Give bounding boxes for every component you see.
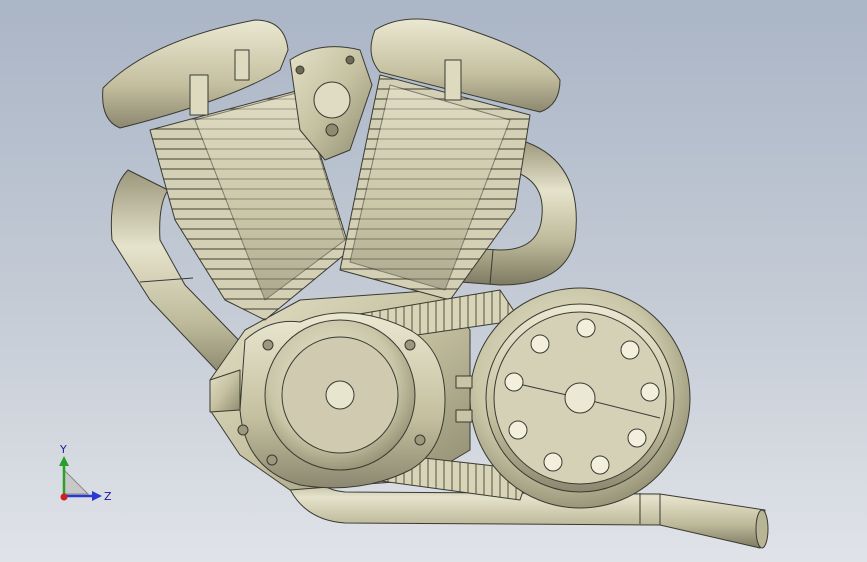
x-axis-icon — [60, 493, 68, 501]
triad-plane-icon — [63, 468, 90, 495]
engine-model[interactable]: Y Z — [0, 0, 867, 562]
y-axis-label: Y — [59, 443, 67, 456]
z-axis-label: Z — [104, 490, 112, 503]
graphics-viewport[interactable]: Y Z — [0, 0, 867, 562]
primary-cover-left — [237, 312, 446, 489]
coordinate-triad: Y Z — [59, 443, 112, 503]
rear-pulley — [469, 287, 691, 509]
